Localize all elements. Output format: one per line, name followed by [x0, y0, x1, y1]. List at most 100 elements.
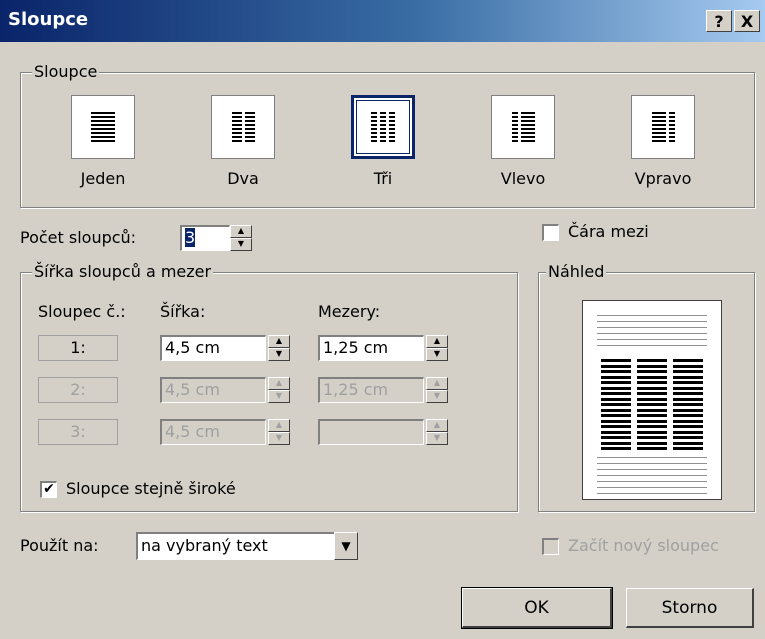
preset-column-icon — [351, 95, 415, 159]
column-width-spinner[interactable]: ▲ ▼ — [268, 419, 290, 445]
preset-left-button[interactable]: Vlevo — [475, 95, 571, 188]
preview-column-line — [637, 392, 667, 395]
preset-right-button[interactable]: Vpravo — [615, 95, 711, 188]
cancel-button[interactable]: Storno — [626, 588, 754, 628]
check-mark-icon: ✔ — [43, 481, 55, 497]
preset-two-button[interactable]: Dva — [195, 95, 291, 188]
spin-up-icon[interactable]: ▲ — [426, 419, 448, 432]
start-new-column-checkbox[interactable] — [542, 538, 559, 555]
column-width-spinner[interactable]: ▲ ▼ — [268, 335, 290, 361]
preset-column-icon — [491, 95, 555, 159]
preview-column-line — [637, 386, 667, 390]
column-width-spinner[interactable]: ▲ ▼ — [268, 377, 290, 403]
line-between-label: Čára mezi — [568, 222, 649, 241]
preview-text-line — [597, 481, 707, 482]
preview-column-line — [673, 403, 703, 406]
spin-down-icon[interactable]: ▼ — [268, 432, 290, 445]
preview-column-line — [673, 436, 703, 439]
column-spacing-spinner[interactable]: ▲ ▼ — [426, 419, 448, 445]
preview-legend: Náhled — [546, 262, 607, 281]
spin-down-icon[interactable]: ▼ — [426, 432, 448, 445]
preview-column-line — [637, 441, 667, 445]
preset-label: Jeden — [80, 169, 126, 188]
preview-column-line — [637, 403, 667, 406]
preview-column-line — [637, 425, 667, 428]
preview-page — [582, 300, 722, 500]
preset-one-button[interactable]: Jeden — [55, 95, 151, 188]
apply-to-select[interactable]: na vybraný text — [136, 532, 336, 560]
column-spacing-spinner[interactable]: ▲ ▼ — [426, 335, 448, 361]
preset-label: Vlevo — [500, 169, 546, 188]
column-spacing-input[interactable]: 1,25 cm — [318, 335, 424, 361]
preview-column-line — [637, 414, 667, 417]
preview-column-line — [673, 441, 703, 445]
spin-up-icon[interactable]: ▲ — [230, 225, 252, 238]
preview-column-line — [673, 392, 703, 395]
preview-column-line — [673, 386, 703, 390]
help-button[interactable]: ? — [706, 10, 732, 32]
preview-column-line — [637, 397, 667, 401]
preview-column-line — [673, 364, 703, 368]
presets-legend: Sloupce — [32, 62, 100, 81]
column-spacing-input[interactable]: 1,25 cm — [318, 377, 424, 403]
preview-column-line — [637, 447, 667, 450]
spin-up-icon[interactable]: ▲ — [268, 335, 290, 348]
preview-column-line — [673, 359, 703, 362]
preview-column-line — [601, 430, 631, 434]
spin-down-icon[interactable]: ▼ — [426, 348, 448, 361]
preset-column-icon — [631, 95, 695, 159]
preview-column-line — [601, 408, 631, 412]
preview-column-line — [601, 364, 631, 368]
preview-text-line — [597, 339, 707, 340]
preview-column-line — [601, 370, 631, 373]
spin-down-icon[interactable]: ▼ — [426, 390, 448, 403]
spin-down-icon[interactable]: ▼ — [230, 238, 252, 251]
column-number-cell: 3: — [38, 419, 118, 445]
ok-button[interactable]: OK — [461, 587, 613, 629]
chevron-down-icon[interactable]: ▼ — [334, 532, 358, 560]
spin-down-icon[interactable]: ▼ — [268, 390, 290, 403]
preview-column-line — [673, 375, 703, 379]
column-number-cell: 1: — [38, 335, 118, 361]
preview-column-line — [673, 425, 703, 428]
title-bar[interactable]: Sloupce ? X — [0, 0, 765, 42]
preview-column-line — [601, 419, 631, 423]
spin-up-icon[interactable]: ▲ — [268, 377, 290, 390]
window-title: Sloupce — [8, 9, 89, 30]
column-width-input[interactable]: 4,5 cm — [160, 335, 266, 361]
equal-width-checkbox[interactable]: ✔ — [40, 481, 57, 498]
line-between-checkbox[interactable] — [542, 224, 559, 241]
preview-text-line — [597, 315, 707, 316]
preset-label: Dva — [227, 169, 259, 188]
preview-text-line — [597, 457, 707, 458]
preview-column-line — [601, 381, 631, 384]
column-spacing-spinner[interactable]: ▲ ▼ — [426, 377, 448, 403]
preview-column-line — [637, 408, 667, 412]
preview-column-line — [673, 408, 703, 412]
width-spacing-legend: Šířka sloupců a mezer — [32, 262, 214, 281]
preview-column-line — [637, 375, 667, 379]
close-button[interactable]: X — [734, 10, 760, 32]
spin-up-icon[interactable]: ▲ — [426, 335, 448, 348]
column-width-input[interactable]: 4,5 cm — [160, 419, 266, 445]
preview-column-line — [601, 375, 631, 379]
column-count-label: Počet sloupců: — [20, 228, 136, 247]
column-spacing-input[interactable] — [318, 419, 424, 445]
equal-width-label: Sloupce stejně široké — [66, 479, 236, 498]
preview-column-line — [637, 436, 667, 439]
preview-text-line — [597, 493, 707, 494]
spin-down-icon[interactable]: ▼ — [268, 348, 290, 361]
preview-column-line — [601, 425, 631, 428]
column-width-input[interactable]: 4,5 cm — [160, 377, 266, 403]
preview-column-line — [637, 364, 667, 368]
spin-up-icon[interactable]: ▲ — [426, 377, 448, 390]
spin-up-icon[interactable]: ▲ — [268, 419, 290, 432]
preview-column-line — [673, 430, 703, 434]
column-count-spinner[interactable]: ▲ ▼ — [230, 225, 252, 251]
preview-text-line — [597, 475, 707, 476]
preset-three-button[interactable]: Tři — [335, 95, 431, 188]
column-count-label-text: Počet sloupců: — [20, 228, 137, 247]
column-number-cell: 2: — [38, 377, 118, 403]
preview-column-line — [673, 370, 703, 373]
column-count-input[interactable]: 3 — [180, 225, 230, 251]
